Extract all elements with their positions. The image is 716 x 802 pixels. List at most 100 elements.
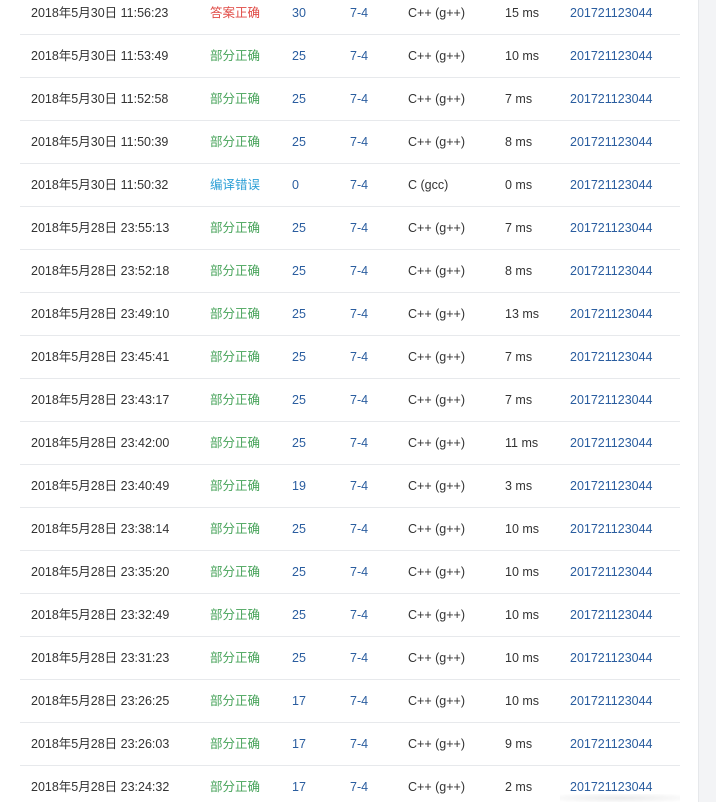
status-link[interactable]: 编译错误 xyxy=(210,164,260,206)
problem-link[interactable]: 7-4 xyxy=(350,121,368,163)
status-link[interactable]: 部分正确 xyxy=(210,723,260,765)
submit-time: 2018年5月28日 23:52:18 xyxy=(31,264,170,278)
problem-link[interactable]: 7-4 xyxy=(350,35,368,77)
user-link[interactable]: 201721123044 xyxy=(570,680,653,722)
status-link[interactable]: 部分正确 xyxy=(210,422,260,464)
status-link[interactable]: 部分正确 xyxy=(210,336,260,378)
user-link[interactable]: 201721123044 xyxy=(570,293,653,335)
time-used: 10 ms xyxy=(505,694,540,708)
score-link[interactable]: 17 xyxy=(292,723,306,765)
problem-link[interactable]: 7-4 xyxy=(350,0,368,34)
problem-link[interactable]: 7-4 xyxy=(350,336,368,378)
problem-link[interactable]: 7-4 xyxy=(350,78,368,120)
time-used: 15 ms xyxy=(505,6,540,20)
problem-link[interactable]: 7-4 xyxy=(350,164,368,206)
user-link[interactable]: 201721123044 xyxy=(570,379,653,421)
time-used: 10 ms xyxy=(505,565,540,579)
score-link[interactable]: 25 xyxy=(292,508,306,550)
table-row: 2018年5月28日 23:32:49 部分正确 25 7-4 C++ (g++… xyxy=(20,594,680,637)
user-link[interactable]: 201721123044 xyxy=(570,35,653,77)
status-link[interactable]: 部分正确 xyxy=(210,207,260,249)
submit-time: 2018年5月28日 23:43:17 xyxy=(31,393,170,407)
submit-time: 2018年5月28日 23:38:14 xyxy=(31,522,170,536)
compiler-name: C (gcc) xyxy=(408,178,449,192)
time-used: 7 ms xyxy=(505,393,533,407)
problem-link[interactable]: 7-4 xyxy=(350,594,368,636)
score-link[interactable]: 25 xyxy=(292,336,306,378)
problem-link[interactable]: 7-4 xyxy=(350,680,368,722)
score-link[interactable]: 25 xyxy=(292,78,306,120)
score-link[interactable]: 19 xyxy=(292,465,306,507)
problem-link[interactable]: 7-4 xyxy=(350,293,368,335)
problem-link[interactable]: 7-4 xyxy=(350,250,368,292)
submit-time: 2018年5月30日 11:53:49 xyxy=(31,49,169,63)
user-link[interactable]: 201721123044 xyxy=(570,508,653,550)
score-link[interactable]: 25 xyxy=(292,250,306,292)
score-link[interactable]: 25 xyxy=(292,379,306,421)
status-link[interactable]: 部分正确 xyxy=(210,35,260,77)
score-link[interactable]: 30 xyxy=(292,0,306,34)
status-link[interactable]: 部分正确 xyxy=(210,293,260,335)
table-row: 2018年5月28日 23:26:25 部分正确 17 7-4 C++ (g++… xyxy=(20,680,680,723)
time-used: 9 ms xyxy=(505,737,533,751)
status-link[interactable]: 部分正确 xyxy=(210,508,260,550)
score-link[interactable]: 0 xyxy=(292,164,299,206)
score-link[interactable]: 25 xyxy=(292,422,306,464)
table-row: 2018年5月28日 23:42:00 部分正确 25 7-4 C++ (g++… xyxy=(20,422,680,465)
score-link[interactable]: 25 xyxy=(292,637,306,679)
table-row: 2018年5月30日 11:52:58 部分正确 25 7-4 C++ (g++… xyxy=(20,78,680,121)
user-link[interactable]: 201721123044 xyxy=(570,121,653,163)
problem-link[interactable]: 7-4 xyxy=(350,207,368,249)
score-link[interactable]: 25 xyxy=(292,207,306,249)
status-link[interactable]: 部分正确 xyxy=(210,637,260,679)
user-link[interactable]: 201721123044 xyxy=(570,465,653,507)
problem-link[interactable]: 7-4 xyxy=(350,766,368,802)
status-link[interactable]: 部分正确 xyxy=(210,78,260,120)
score-link[interactable]: 25 xyxy=(292,121,306,163)
status-link[interactable]: 部分正确 xyxy=(210,551,260,593)
submissions-table: 2018年5月30日 11:56:23 答案正确 30 7-4 C++ (g++… xyxy=(0,0,698,802)
page-scrollbar[interactable] xyxy=(698,0,716,802)
user-link[interactable]: 201721123044 xyxy=(570,336,653,378)
user-link[interactable]: 201721123044 xyxy=(570,723,653,765)
time-used: 0 ms xyxy=(505,178,533,192)
table-row: 2018年5月28日 23:38:14 部分正确 25 7-4 C++ (g++… xyxy=(20,508,680,551)
problem-link[interactable]: 7-4 xyxy=(350,551,368,593)
score-link[interactable]: 25 xyxy=(292,35,306,77)
problem-link[interactable]: 7-4 xyxy=(350,723,368,765)
problem-link[interactable]: 7-4 xyxy=(350,465,368,507)
user-link[interactable]: 201721123044 xyxy=(570,594,653,636)
problem-link[interactable]: 7-4 xyxy=(350,379,368,421)
problem-link[interactable]: 7-4 xyxy=(350,508,368,550)
submit-time: 2018年5月28日 23:26:25 xyxy=(31,694,170,708)
status-link[interactable]: 部分正确 xyxy=(210,766,260,802)
score-link[interactable]: 17 xyxy=(292,766,306,802)
problem-link[interactable]: 7-4 xyxy=(350,637,368,679)
status-link[interactable]: 部分正确 xyxy=(210,250,260,292)
user-link[interactable]: 201721123044 xyxy=(570,78,653,120)
status-link[interactable]: 部分正确 xyxy=(210,465,260,507)
status-link[interactable]: 部分正确 xyxy=(210,121,260,163)
compiler-name: C++ (g++) xyxy=(408,6,465,20)
score-link[interactable]: 25 xyxy=(292,293,306,335)
compiler-name: C++ (g++) xyxy=(408,307,465,321)
user-link[interactable]: 201721123044 xyxy=(570,0,653,34)
user-link[interactable]: 201721123044 xyxy=(570,637,653,679)
score-link[interactable]: 17 xyxy=(292,680,306,722)
time-used: 7 ms xyxy=(505,221,533,235)
status-link[interactable]: 部分正确 xyxy=(210,594,260,636)
user-link[interactable]: 201721123044 xyxy=(570,164,653,206)
user-link[interactable]: 201721123044 xyxy=(570,422,653,464)
score-link[interactable]: 25 xyxy=(292,551,306,593)
user-link[interactable]: 201721123044 xyxy=(570,551,653,593)
status-link[interactable]: 部分正确 xyxy=(210,379,260,421)
status-link[interactable]: 部分正确 xyxy=(210,680,260,722)
table-row: 2018年5月30日 11:53:49 部分正确 25 7-4 C++ (g++… xyxy=(20,35,680,78)
submit-time: 2018年5月28日 23:35:20 xyxy=(31,565,170,579)
user-link[interactable]: 201721123044 xyxy=(570,250,653,292)
problem-link[interactable]: 7-4 xyxy=(350,422,368,464)
status-link[interactable]: 答案正确 xyxy=(210,0,260,34)
time-used: 3 ms xyxy=(505,479,533,493)
user-link[interactable]: 201721123044 xyxy=(570,207,653,249)
score-link[interactable]: 25 xyxy=(292,594,306,636)
